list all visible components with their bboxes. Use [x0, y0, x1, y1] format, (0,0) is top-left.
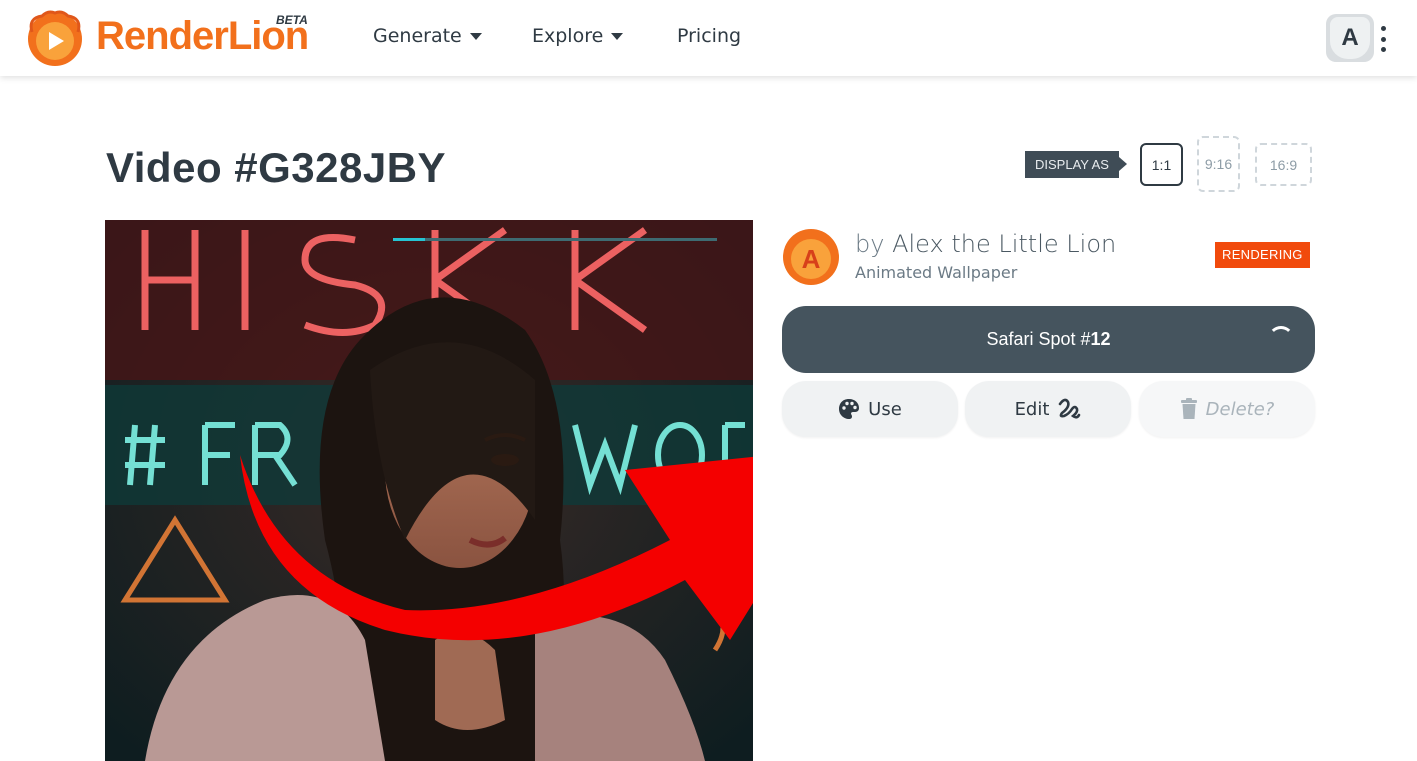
play-logo-icon	[28, 10, 82, 66]
trash-icon	[1180, 398, 1197, 419]
user-initial: A	[1330, 17, 1370, 59]
scribble-icon	[1059, 398, 1081, 419]
page-title: Video #G328JBY	[106, 144, 447, 191]
video-frame-image	[105, 220, 753, 761]
nav-explore-label: Explore	[532, 25, 604, 47]
spinner-icon	[1268, 326, 1294, 352]
video-progress-fill	[393, 238, 426, 241]
use-button-label: Use	[868, 398, 902, 420]
video-title-prefix: Safari Spot #	[986, 329, 1091, 349]
delete-button-label: Delete?	[1205, 398, 1275, 420]
nav-pricing[interactable]: Pricing	[677, 25, 741, 47]
display-as-label: DISPLAY AS	[1025, 151, 1127, 178]
video-title-number: 12	[1090, 329, 1111, 349]
palette-icon	[839, 399, 860, 419]
use-button[interactable]: Use	[782, 381, 958, 437]
video-type: Animated Wallpaper	[855, 263, 1018, 282]
author-avatar[interactable]: A	[782, 228, 840, 286]
beta-label: BETA	[276, 13, 308, 27]
by-label: by	[855, 230, 885, 258]
edit-button-label: Edit	[1014, 398, 1050, 420]
kebab-menu-icon[interactable]	[1379, 26, 1387, 52]
author-line: by Alex the Little Lion	[855, 230, 1116, 258]
nav-generate-label: Generate	[373, 25, 462, 47]
video-progress-bar[interactable]	[393, 238, 717, 241]
edit-button[interactable]: Edit	[965, 381, 1131, 437]
video-preview[interactable]	[105, 220, 753, 761]
nav-generate[interactable]: Generate	[373, 25, 482, 47]
author-name-link[interactable]: Alex the Little Lion	[892, 230, 1116, 258]
ratio-16-9-button[interactable]: 16:9	[1255, 143, 1312, 186]
ratio-9-16-button[interactable]: 9:16	[1197, 136, 1240, 192]
user-avatar[interactable]: A	[1326, 14, 1374, 62]
caret-down-icon	[611, 32, 624, 40]
author-initial: A	[802, 244, 821, 274]
video-title-bar[interactable]: Safari Spot #12	[782, 306, 1315, 373]
caret-down-icon	[469, 32, 482, 40]
brand-logo[interactable]: RenderLion BETA	[26, 8, 316, 70]
ratio-1-1-button[interactable]: 1:1	[1140, 143, 1183, 186]
delete-button[interactable]: Delete?	[1139, 381, 1315, 437]
nav-explore[interactable]: Explore	[532, 25, 624, 47]
nav-pricing-label: Pricing	[677, 25, 742, 47]
status-badge: RENDERING	[1215, 242, 1310, 268]
top-navbar: RenderLion BETA Generate Explore Pricing…	[0, 0, 1417, 76]
